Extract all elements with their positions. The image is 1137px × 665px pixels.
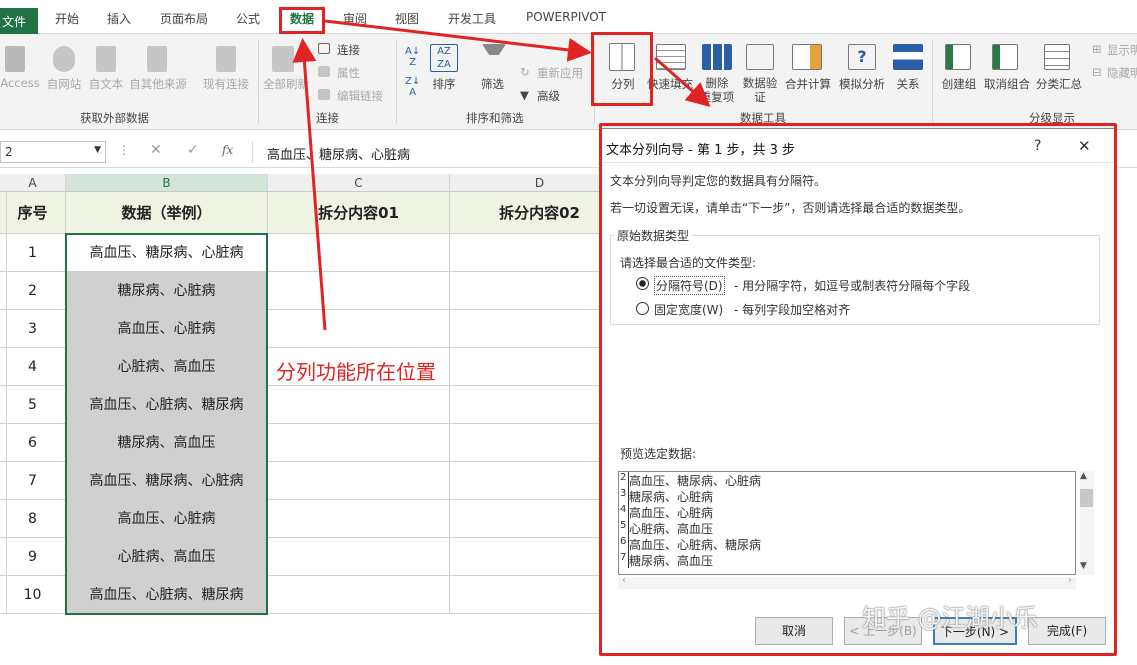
arrow-to-text-to-columns <box>324 19 592 62</box>
preview-row-number: 2 <box>619 472 629 488</box>
fixed-width-radio[interactable] <box>636 302 649 315</box>
preview-row: 4 高血压、心脏病 <box>619 504 1075 520</box>
data-type-group-title: 原始数据类型 <box>614 227 693 244</box>
delimited-label[interactable]: 分隔符号(D) <box>654 276 725 295</box>
scroll-down-icon[interactable]: ▼ <box>1080 561 1087 571</box>
preview-row-text: 心脏病、高血压 <box>629 522 714 536</box>
scroll-thumb[interactable] <box>1080 489 1093 507</box>
preview-row: 7 糖尿病、高血压 <box>619 552 1075 568</box>
preview-title: 预览选定数据: <box>620 447 697 461</box>
preview-row: 5 心脏病、高血压 <box>619 520 1075 536</box>
preview-row-number: 6 <box>619 536 629 552</box>
wizard-hint-text: 若一切设置无误，请单击“下一步”，否则请选择最合适的数据类型。 <box>610 201 971 215</box>
scroll-up-icon[interactable]: ▲ <box>1080 471 1087 481</box>
preview-rows: 2 高血压、糖尿病、心脏病 3 糖尿病、心脏病 4 高血压、心脏病 5 心脏病、高血压 6 高血压… <box>619 472 1075 568</box>
preview-row-number: 5 <box>619 520 629 536</box>
wizard-intro-text: 文本分列向导判定您的数据具有分隔符。 <box>610 174 827 188</box>
preview-horizontal-scrollbar[interactable]: ‹ › <box>618 575 1076 589</box>
close-icon[interactable]: ✕ <box>1078 137 1091 155</box>
preview-row-text: 高血压、心脏病 <box>629 506 714 520</box>
finish-button[interactable]: 完成(F) <box>1028 617 1106 645</box>
file-type-prompt: 请选择最合适的文件类型: <box>620 256 757 270</box>
fixed-width-description: - 每列字段加空格对齐 <box>734 303 851 317</box>
preview-row-number: 3 <box>619 488 629 504</box>
preview-row-text: 高血压、糖尿病、心脏病 <box>629 474 762 488</box>
delimited-radio[interactable] <box>636 277 649 290</box>
watermark: 知乎 @江湖小乐 <box>862 604 1038 632</box>
title-divider <box>600 162 1116 163</box>
preview-row-text: 糖尿病、心脏病 <box>629 490 714 504</box>
preview-row: 2 高血压、糖尿病、心脏病 <box>619 472 1075 488</box>
delimited-description: - 用分隔字符，如逗号或制表符分隔每个字段 <box>734 279 971 293</box>
text-import-wizard-dialog: 文本分列向导 - 第 1 步，共 3 步 ? ✕ 文本分列向导判定您的数据具有分… <box>599 128 1117 655</box>
preview-row-text: 糖尿病、高血压 <box>629 554 714 568</box>
preview-row: 3 糖尿病、心脏病 <box>619 488 1075 504</box>
arrow-to-data-tab <box>292 38 327 331</box>
preview-row-number: 4 <box>619 504 629 520</box>
preview-box[interactable]: 2 高血压、糖尿病、心脏病 3 糖尿病、心脏病 4 高血压、心脏病 5 心脏病、高血压 6 高血压… <box>618 471 1076 575</box>
fixed-width-label[interactable]: 固定宽度(W) <box>654 301 723 318</box>
arrow-to-dialog <box>654 56 711 107</box>
scroll-right-icon[interactable]: › <box>1068 575 1072 586</box>
dialog-title: 文本分列向导 - 第 1 步，共 3 步 <box>606 143 796 158</box>
preview-row-number: 7 <box>619 552 629 568</box>
help-icon[interactable]: ? <box>1034 138 1041 154</box>
scroll-left-icon[interactable]: ‹ <box>622 575 626 586</box>
preview-row-text: 高血压、心脏病、糖尿病 <box>629 538 762 552</box>
cancel-button[interactable]: 取消 <box>755 617 833 645</box>
preview-row: 6 高血压、心脏病、糖尿病 <box>619 536 1075 552</box>
preview-vertical-scrollbar[interactable]: ▲ ▼ <box>1080 471 1094 575</box>
